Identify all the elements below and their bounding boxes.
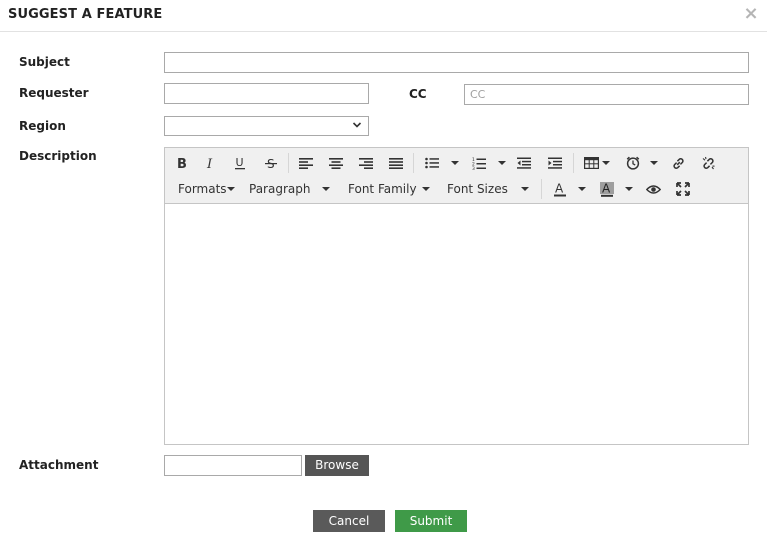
toolbar-row-2: Formats Paragraph Font Family Font Sizes… — [165, 176, 748, 202]
region-select[interactable] — [164, 116, 369, 136]
cc-input[interactable] — [464, 84, 749, 105]
font-sizes-dropdown[interactable]: Font Sizes — [447, 179, 533, 199]
bullet-list-dropdown[interactable] — [451, 161, 459, 165]
caret-down-icon — [322, 187, 330, 191]
indent-icon[interactable] — [544, 152, 566, 174]
align-left-icon[interactable] — [295, 152, 317, 174]
unlink-icon[interactable] — [697, 152, 719, 174]
dialog-title: SUGGEST A FEATURE — [8, 7, 163, 22]
region-label: Region — [19, 119, 66, 133]
subject-input[interactable] — [164, 52, 749, 73]
caret-down-icon — [227, 187, 235, 191]
attachment-file-field[interactable] — [164, 455, 302, 476]
requester-label: Requester — [19, 86, 89, 100]
formats-dropdown[interactable]: Formats — [178, 179, 240, 199]
requester-input[interactable] — [164, 83, 369, 104]
dialog-header: SUGGEST A FEATURE × — [0, 0, 767, 32]
caret-down-icon — [521, 187, 529, 191]
text-color-icon[interactable]: A — [549, 178, 571, 200]
editor-toolbar: B I U S 1 2 3 Formats Paragraph Font Fam… — [165, 148, 748, 204]
align-right-icon[interactable] — [355, 152, 377, 174]
paragraph-dropdown[interactable]: Paragraph — [249, 179, 339, 199]
submit-button[interactable]: Submit — [395, 510, 467, 532]
preview-eye-icon[interactable] — [642, 178, 664, 200]
subject-label: Subject — [19, 55, 70, 69]
strikethrough-icon[interactable]: S — [260, 152, 282, 174]
bold-icon[interactable]: B — [170, 152, 192, 174]
background-color-icon[interactable]: A — [596, 178, 618, 200]
cancel-button[interactable]: Cancel — [313, 510, 385, 532]
description-editor: B I U S 1 2 3 Formats Paragraph Font Fam… — [164, 147, 749, 445]
toolbar-separator — [413, 153, 414, 173]
toolbar-separator — [541, 179, 542, 199]
fullscreen-icon[interactable] — [672, 178, 694, 200]
toolbar-separator — [288, 153, 289, 173]
paragraph-label: Paragraph — [249, 182, 311, 196]
font-family-dropdown[interactable]: Font Family — [348, 179, 438, 199]
align-center-icon[interactable] — [325, 152, 347, 174]
svg-text:A: A — [602, 182, 611, 196]
outdent-icon[interactable] — [513, 152, 535, 174]
browse-button[interactable]: Browse — [305, 455, 369, 476]
text-color-dropdown[interactable] — [578, 187, 586, 191]
svg-text:B: B — [177, 157, 187, 170]
numbered-list-dropdown[interactable] — [498, 161, 506, 165]
insert-time-dropdown[interactable] — [650, 161, 658, 165]
caret-down-icon — [422, 187, 430, 191]
attachment-label: Attachment — [19, 458, 99, 472]
underline-icon[interactable]: U — [229, 152, 251, 174]
description-label: Description — [19, 149, 97, 163]
font-sizes-label: Font Sizes — [447, 182, 508, 196]
svg-text:3: 3 — [472, 166, 475, 170]
bullet-list-icon[interactable] — [421, 152, 443, 174]
svg-text:U: U — [236, 156, 244, 169]
numbered-list-icon[interactable]: 123 — [468, 152, 490, 174]
close-icon[interactable]: × — [743, 5, 759, 23]
align-justify-icon[interactable] — [385, 152, 407, 174]
font-family-label: Font Family — [348, 182, 417, 196]
chevron-down-icon — [352, 122, 362, 128]
italic-icon[interactable]: I — [200, 152, 222, 174]
svg-text:I: I — [206, 157, 213, 170]
toolbar-separator — [573, 153, 574, 173]
table-dropdown[interactable] — [602, 161, 610, 165]
cc-label: CC — [409, 87, 427, 101]
link-icon[interactable] — [667, 152, 689, 174]
clock-icon[interactable] — [622, 152, 644, 174]
background-color-dropdown[interactable] — [625, 187, 633, 191]
description-edit-area[interactable] — [165, 205, 748, 444]
toolbar-row-1: B I U S 1 2 3 — [165, 150, 748, 176]
formats-label: Formats — [178, 182, 227, 196]
table-icon[interactable] — [580, 152, 602, 174]
svg-text:A: A — [555, 182, 564, 196]
